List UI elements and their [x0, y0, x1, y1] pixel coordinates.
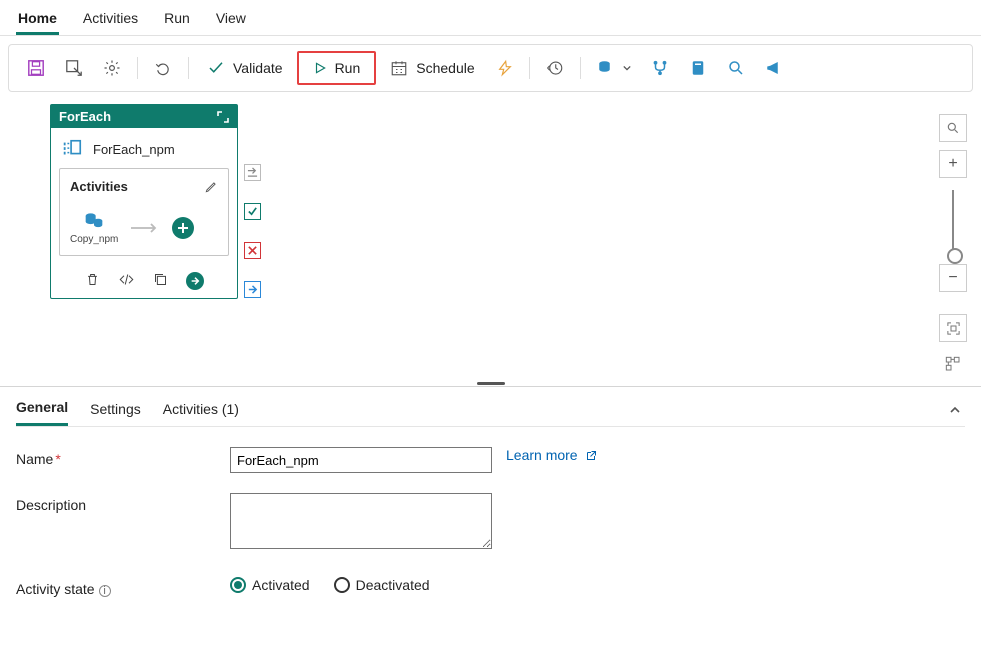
minimap-button[interactable]: [939, 350, 967, 378]
canvas-controls: + −: [939, 114, 967, 386]
announce-button[interactable]: [757, 52, 791, 84]
connector-completion[interactable]: [244, 281, 261, 298]
connector-fail[interactable]: [244, 242, 261, 259]
inner-flow: Copy_npm: [70, 210, 218, 245]
prop-tab-general[interactable]: General: [16, 393, 68, 426]
prop-tab-activities[interactable]: Activities (1): [163, 395, 239, 425]
info-icon[interactable]: i: [99, 585, 111, 597]
fit-screen-icon: [946, 321, 961, 336]
inner-activities-label: Activities: [70, 179, 128, 194]
connector-success[interactable]: [244, 203, 261, 220]
node-header[interactable]: ForEach: [51, 105, 237, 128]
plus-icon: [177, 222, 189, 234]
history-icon: [546, 59, 564, 77]
validate-label: Validate: [233, 60, 283, 76]
learn-more-link[interactable]: Learn more: [506, 447, 597, 463]
notebook-button[interactable]: [681, 52, 715, 84]
zoom-out-button[interactable]: −: [939, 264, 967, 292]
run-button[interactable]: Run: [297, 51, 377, 85]
undo-button[interactable]: [146, 52, 180, 84]
history-button[interactable]: [538, 52, 572, 84]
foreach-icon: [61, 138, 83, 160]
node-action-bar: [51, 266, 237, 298]
chevron-down-icon: [623, 64, 631, 72]
name-field-label: Name*: [16, 447, 230, 467]
tab-run[interactable]: Run: [162, 6, 192, 35]
node-connectors: [244, 164, 261, 298]
search-toolbar-button[interactable]: [719, 52, 753, 84]
play-icon: [313, 61, 327, 75]
megaphone-icon: [765, 59, 783, 77]
copy-data-icon: [83, 210, 105, 230]
gear-icon: [103, 59, 121, 77]
pencil-icon[interactable]: [204, 180, 218, 194]
canvas-search-button[interactable]: [939, 114, 967, 142]
notebook-icon: [689, 59, 707, 77]
git-button[interactable]: [643, 52, 677, 84]
branch-icon: [651, 59, 669, 77]
settings-gear-button[interactable]: [95, 52, 129, 84]
datasource-button[interactable]: [589, 52, 639, 84]
tab-view[interactable]: View: [214, 6, 248, 35]
external-link-icon: [585, 450, 597, 462]
save-icon: [27, 59, 45, 77]
tab-activities[interactable]: Activities: [81, 6, 140, 35]
foreach-node[interactable]: ForEach ForEach_npm Activities Copy_npm: [50, 104, 238, 299]
activity-state-radiogroup: Activated Deactivated: [230, 577, 430, 593]
node-title-row: ForEach_npm: [51, 128, 237, 168]
pipeline-canvas[interactable]: ForEach ForEach_npm Activities Copy_npm: [0, 100, 981, 380]
toolbar-separator: [580, 57, 581, 79]
description-field-label: Description: [16, 493, 230, 513]
code-icon[interactable]: [118, 272, 135, 287]
main-toolbar: Validate Run Schedule: [8, 44, 973, 92]
node-name-label: ForEach_npm: [93, 142, 175, 157]
undo-icon: [154, 59, 172, 77]
save-as-icon: [65, 59, 83, 77]
toolbar-separator: [188, 57, 189, 79]
lightning-icon: [497, 59, 513, 77]
zoom-fit-button[interactable]: [939, 314, 967, 342]
name-input[interactable]: [230, 447, 492, 473]
trigger-button[interactable]: [489, 52, 521, 84]
toolbar-separator: [137, 57, 138, 79]
database-icon: [597, 59, 615, 77]
run-label: Run: [335, 60, 361, 76]
arrow-right-icon: [190, 276, 200, 286]
validate-button[interactable]: Validate: [197, 52, 293, 84]
activity-state-label: Activity statei: [16, 577, 230, 597]
copy-activity[interactable]: Copy_npm: [70, 210, 118, 245]
checkmark-icon: [207, 59, 225, 77]
zoom-slider[interactable]: [952, 190, 954, 256]
collapse-panel-button[interactable]: [949, 404, 965, 416]
properties-panel: General Settings Activities (1) Name* Le…: [0, 386, 981, 617]
layout-icon: [945, 356, 961, 372]
copy-activity-label: Copy_npm: [70, 234, 118, 245]
radio-deactivated[interactable]: Deactivated: [334, 577, 430, 593]
radio-activated[interactable]: Activated: [230, 577, 310, 593]
prop-tab-settings[interactable]: Settings: [90, 395, 141, 425]
search-icon: [946, 121, 960, 135]
add-activity-button[interactable]: [172, 217, 194, 239]
tab-home[interactable]: Home: [16, 6, 59, 35]
trash-icon[interactable]: [85, 272, 100, 287]
search-icon: [727, 59, 745, 77]
toolbar-separator: [529, 57, 530, 79]
node-type-label: ForEach: [59, 109, 111, 124]
description-input[interactable]: [230, 493, 492, 549]
schedule-label: Schedule: [416, 60, 474, 76]
save-as-button[interactable]: [57, 52, 91, 84]
top-tabbar: Home Activities Run View: [0, 0, 981, 36]
expand-icon[interactable]: [217, 111, 229, 123]
connector-skip[interactable]: [244, 164, 261, 181]
properties-tabs: General Settings Activities (1): [16, 393, 965, 427]
zoom-in-button[interactable]: +: [939, 150, 967, 178]
schedule-button[interactable]: Schedule: [380, 52, 484, 84]
arrow-icon: [130, 223, 160, 233]
save-button[interactable]: [19, 52, 53, 84]
node-inner: Activities Copy_npm: [59, 168, 229, 256]
calendar-icon: [390, 59, 408, 77]
chevron-up-icon: [949, 404, 961, 416]
clone-icon[interactable]: [153, 272, 168, 287]
node-next-button[interactable]: [186, 272, 204, 290]
